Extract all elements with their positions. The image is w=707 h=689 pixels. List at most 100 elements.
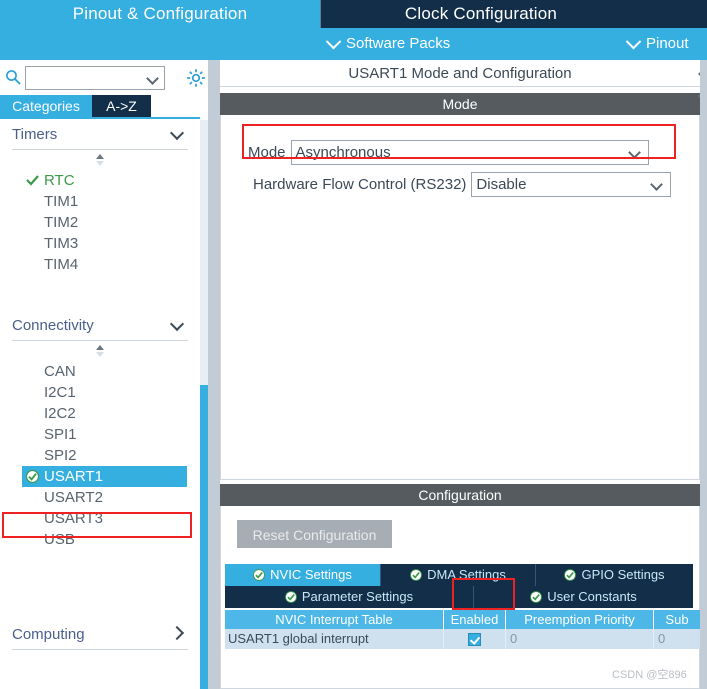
field-mode: Mode Asynchronous [248, 139, 649, 166]
sidebar-item-usart3[interactable]: USART3 [0, 508, 200, 529]
menu-pinout-label: Pinout [646, 35, 689, 52]
mode-select-value: Asynchronous [295, 144, 391, 161]
sort-toggle-connectivity[interactable] [0, 341, 200, 361]
chevron-down-icon [169, 316, 185, 331]
menu-software-packs-label: Software Packs [346, 35, 451, 52]
group-header-connectivity-label: Connectivity [12, 317, 94, 334]
sort-toggle-timers[interactable] [0, 150, 200, 170]
main-panel-gutter [700, 60, 707, 689]
sidebar-item-tim2[interactable]: TIM2 [0, 212, 200, 233]
tab-pinout-configuration[interactable]: Pinout & Configuration [0, 0, 320, 28]
sidebar-item-rtc[interactable]: RTC [0, 170, 200, 191]
sidebar-item-usart2-label: USART2 [44, 489, 103, 506]
sidebar-item-i2c2[interactable]: I2C2 [0, 403, 200, 424]
menu-pinout[interactable]: Pinout [625, 28, 689, 60]
check-circle-icon [564, 569, 577, 581]
tab-nvic-settings-label: NVIC Settings [270, 567, 352, 582]
sidebar-item-spi2[interactable]: SPI2 [0, 445, 200, 466]
chevron-down-icon [627, 146, 641, 159]
tab-clock-configuration[interactable]: Clock Configuration [321, 0, 641, 28]
sidebar-item-i2c1[interactable]: I2C1 [0, 382, 200, 403]
sidebar-item-can-label: CAN [44, 363, 76, 380]
hardware-flow-control-value: Disable [476, 176, 527, 193]
sidebar-item-rtc-label: RTC [44, 172, 75, 189]
sidebar-scrollbar-thumb[interactable] [200, 385, 208, 689]
chevron-down-icon [650, 178, 664, 191]
sidebar-item-can[interactable]: CAN [0, 361, 200, 382]
sidebar-search-row [0, 60, 208, 95]
menu-software-packs[interactable]: Software Packs [325, 28, 451, 60]
peripheral-list: Timers RTC TIM1 TIM2 TIM3 TIM4 Connectiv… [0, 120, 200, 689]
sidebar-tabs-underline [0, 117, 200, 119]
secondary-menu-bar: Software Packs Pinout [0, 28, 707, 60]
tab-a-to-z[interactable]: A->Z [92, 95, 151, 118]
sidebar-item-spi1[interactable]: SPI1 [0, 424, 200, 445]
sidebar-item-usart3-label: USART3 [44, 510, 103, 527]
nvic-row-sub-priority[interactable]: 0 [654, 629, 701, 649]
check-circle-icon [410, 569, 423, 581]
sidebar-item-tim3[interactable]: TIM3 [0, 233, 200, 254]
tab-parameter-settings[interactable]: Parameter Settings [225, 586, 474, 608]
tab-gpio-settings[interactable]: GPIO Settings [536, 564, 693, 586]
chevron-down-icon[interactable] [146, 72, 159, 85]
sidebar-item-tim1[interactable]: TIM1 [0, 191, 200, 212]
check-circle-icon [284, 591, 297, 603]
gear-icon[interactable] [186, 68, 206, 88]
configuration-panel: USART1 Mode and Configuration Mode Mode … [220, 60, 707, 689]
group-header-computing[interactable]: Computing [12, 620, 188, 650]
search-input[interactable] [25, 66, 165, 90]
page-title: USART1 Mode and Configuration [220, 60, 700, 87]
sidebar-item-usart1-label: USART1 [44, 468, 103, 485]
nvic-row-preemption-priority[interactable]: 0 [506, 629, 654, 649]
chevron-right-icon [169, 625, 185, 640]
check-circle-icon [530, 591, 543, 603]
group-header-timers[interactable]: Timers [12, 120, 188, 150]
sidebar-item-i2c2-label: I2C2 [44, 405, 76, 422]
check-circle-icon [26, 470, 39, 483]
sidebar-item-tim4[interactable]: TIM4 [0, 254, 200, 275]
group-header-timers-label: Timers [12, 126, 58, 143]
nvic-row-enabled-cell[interactable] [444, 629, 506, 649]
tab-user-constants-label: User Constants [547, 589, 637, 604]
nvic-enabled-checkbox[interactable] [468, 632, 481, 646]
field-hardware-flow-control-label: Hardware Flow Control (RS232) [253, 176, 467, 193]
tab-gpio-settings-label: GPIO Settings [581, 567, 665, 582]
watermark: CSDN @空896 [612, 669, 687, 681]
nvic-row-name: USART1 global interrupt [225, 629, 444, 649]
table-row[interactable]: USART1 global interrupt 0 0 [225, 629, 701, 649]
tab-categories[interactable]: Categories [0, 95, 92, 118]
tab-parameter-settings-label: Parameter Settings [301, 589, 414, 604]
check-icon [26, 175, 39, 186]
sidebar-item-usart2[interactable]: USART2 [0, 487, 200, 508]
mode-section-body: Mode Asynchronous Hardware Flow Control … [220, 115, 700, 480]
mode-section-header: Mode [220, 93, 700, 115]
sidebar-view-tabs: Categories A->Z [0, 95, 208, 118]
field-mode-label: Mode [248, 144, 286, 161]
tab-user-constants[interactable]: User Constants [474, 586, 693, 608]
group-spacer-2 [0, 550, 200, 620]
group-header-connectivity[interactable]: Connectivity [12, 311, 188, 341]
sidebar-item-usb-label: USB [44, 531, 75, 548]
hardware-flow-control-select[interactable]: Disable [471, 172, 672, 197]
config-tabs-row-1: NVIC Settings DMA Settings GPIO Settings [225, 564, 693, 586]
sidebar-item-spi2-label: SPI2 [44, 447, 77, 464]
sidebar-item-i2c1-label: I2C1 [44, 384, 76, 401]
tab-overflow-area [641, 0, 707, 28]
tab-nvic-settings[interactable]: NVIC Settings [225, 564, 381, 586]
sidebar-item-tim4-label: TIM4 [44, 256, 79, 273]
sidebar-item-usb[interactable]: USB [0, 529, 200, 550]
top-tab-bar: Pinout & Configuration Clock Configurati… [0, 0, 707, 28]
search-icon[interactable] [5, 69, 21, 85]
nvic-col-sub-priority: Sub [654, 610, 701, 629]
chevron-down-icon [625, 33, 642, 49]
tab-dma-settings[interactable]: DMA Settings [381, 564, 536, 586]
sidebar-item-usart1[interactable]: USART1 [22, 466, 187, 487]
chevron-down-icon [169, 125, 185, 140]
sidebar-item-tim1-label: TIM1 [44, 193, 79, 210]
mode-select[interactable]: Asynchronous [290, 140, 649, 165]
reset-configuration-button[interactable]: Reset Configuration [237, 520, 392, 548]
configuration-section-body: Reset Configuration NVIC Settings DMA Se… [220, 506, 701, 689]
chevron-down-icon [325, 33, 342, 49]
sidebar-item-tim3-label: TIM3 [44, 235, 79, 252]
sidebar-item-spi1-label: SPI1 [44, 426, 77, 443]
